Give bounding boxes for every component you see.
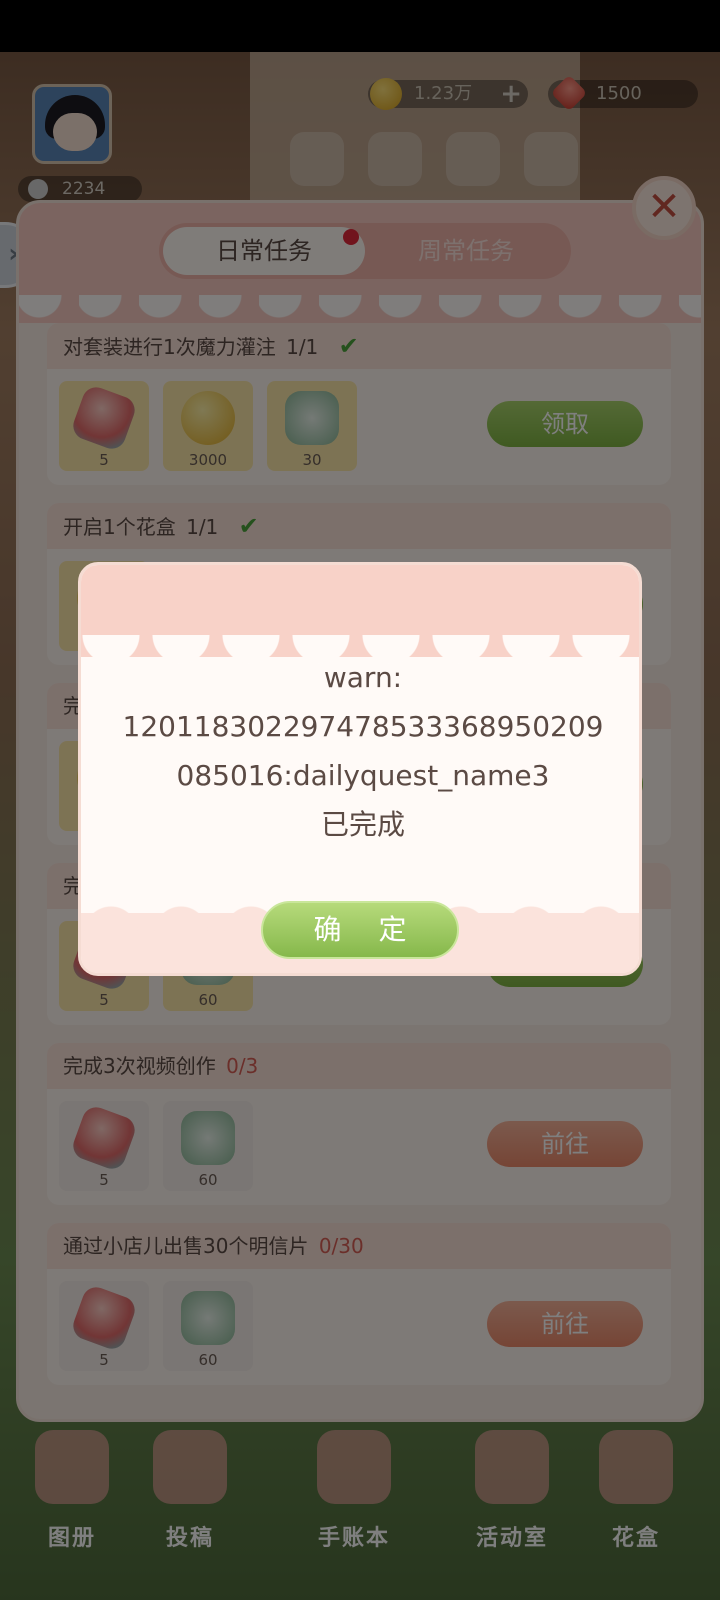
dialog-message-line: 已完成 (320, 808, 405, 841)
warning-dialog: warn: 1201183022974785333689502​09 08501… (78, 562, 642, 976)
dialog-message-line: 1201183022974785333689502​09 (122, 710, 604, 743)
dialog-message-line: 085016:dailyquest_name3 (176, 759, 550, 792)
confirm-button[interactable]: 确 定 (261, 901, 459, 959)
dialog-message: warn: 1201183022974785333689502​09 08501… (101, 653, 625, 849)
dialog-message-line: warn: (323, 661, 403, 694)
